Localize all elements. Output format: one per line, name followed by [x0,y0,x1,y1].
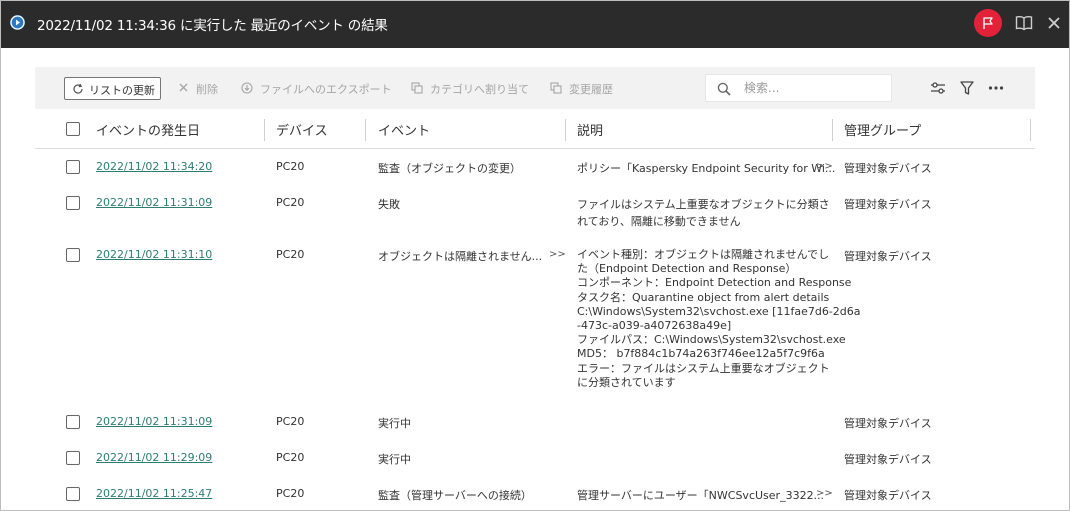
settings-sliders-icon[interactable] [929,79,947,97]
search-input[interactable] [744,80,884,96]
event-cell: オブジェクトは隔離されません... [378,250,543,263]
description-line: ファイルはシステム上重要なオブジェクトに分類さ [577,198,830,211]
group-cell: 管理対象デバイス [844,453,932,466]
expand-description-button[interactable]: >> [816,161,833,172]
event-date-link[interactable]: 2022/11/02 11:25:47 [96,487,212,500]
group-cell: 管理対象デバイス [844,489,932,502]
device-cell: PC20 [276,160,305,173]
event-cell: 実行中 [378,417,411,430]
description-line: MD5： b7f884c1b74a263f746ee12a5f7c9f6a [577,347,825,361]
more-options-icon[interactable] [987,79,1005,97]
expand-event-button[interactable]: >> [549,249,566,260]
change-history-label: 変更履歴 [569,83,613,96]
column-divider[interactable] [365,119,366,141]
device-cell: PC20 [276,487,305,500]
select-all-checkbox[interactable] [66,122,80,136]
column-divider[interactable] [264,119,265,141]
device-cell: PC20 [276,415,305,428]
row-checkbox[interactable] [66,487,80,501]
event-cell: 監査（管理サーバーへの接続） [378,489,532,502]
assign-category-label: カテゴリへ割り当て [430,83,529,96]
description-line: れており、隔離に移動できません [577,215,741,228]
search-box [705,74,892,102]
group-cell: 管理対象デバイス [844,417,932,430]
group-cell: 管理対象デバイス [844,250,932,263]
download-icon [241,82,253,94]
device-cell: PC20 [276,451,305,464]
row-checkbox[interactable] [66,248,80,262]
column-header-description[interactable]: 説明 [577,120,603,139]
description-cell: イベント種別：オブジェクトは隔離されませんでし た（Endpoint Detec… [577,248,861,390]
event-cell: 監査（オブジェクトの変更） [378,162,521,175]
device-cell: PC20 [276,248,305,261]
column-header-group[interactable]: 管理グループ [844,120,921,139]
description-line: タスク名：Quarantine object from alert detail… [577,290,830,304]
close-icon[interactable] [1046,15,1062,31]
search-icon [717,82,731,96]
close-icon [179,83,188,92]
column-divider[interactable] [832,119,833,141]
copy-icon [411,82,423,94]
title-bar: 2022/11/02 11:34:36 に実行した 最近のイベント の結果 [1,1,1069,48]
toolbar: リストの更新 削除 ファイルへのエクスポート カテゴリへ割り当て 変更履歴 [35,67,1035,109]
event-date-link[interactable]: 2022/11/02 11:31:10 [96,248,212,261]
description-line: コンポーネント：Endpoint Detection and Response [577,276,852,290]
description-line: ファイルパス：C:\Windows\System32\svchost.exe [577,333,846,347]
expand-description-button[interactable]: >> [816,488,833,499]
description-line: イベント種別：オブジェクトは隔離されませんでし [577,248,830,261]
refresh-list-button[interactable]: リストの更新 [64,77,161,100]
description-line: に分類されています [577,375,676,389]
description-cell: ポリシー「Kaspersky Endpoint Security for Wi.… [577,162,836,175]
description-line: -473c-a039-a4072638a49e] [577,319,732,333]
description-cell: ファイルはシステム上重要なオブジェクトに分類さ れており、隔離に移動できません [577,196,832,230]
window-title: 2022/11/02 11:34:36 に実行した 最近のイベント の結果 [37,18,388,34]
description-line: エラー：ファイルはシステム上重要なオブジェクト [577,361,830,375]
play-circle-icon [10,15,25,30]
row-checkbox[interactable] [66,196,80,210]
event-cell: 実行中 [378,453,411,466]
column-header-date[interactable]: イベントの発生日 [96,120,200,139]
device-cell: PC20 [276,196,305,209]
description-cell: 管理サーバーにユーザー「NWCSvcUser_3322... [577,489,825,502]
event-date-link[interactable]: 2022/11/02 11:34:20 [96,160,212,173]
column-header-event[interactable]: イベント [378,120,430,139]
row-checkbox[interactable] [66,415,80,429]
filter-icon[interactable] [958,79,976,97]
flag-icon [983,17,993,29]
column-divider[interactable] [1030,119,1031,141]
event-date-link[interactable]: 2022/11/02 11:31:09 [96,196,212,209]
column-divider[interactable] [565,119,566,141]
export-to-file-label: ファイルへのエクスポート [260,83,392,96]
delete-label: 削除 [196,83,218,96]
group-cell: 管理対象デバイス [844,198,932,211]
refresh-icon [73,83,83,94]
group-cell: 管理対象デバイス [844,162,932,175]
row-checkbox[interactable] [66,160,80,174]
refresh-list-label: リストの更新 [89,84,155,97]
event-cell: 失敗 [378,198,400,211]
history-icon [550,82,562,94]
table-header: イベントの発生日 デバイス イベント 説明 管理グループ [35,109,1035,149]
row-checkbox[interactable] [66,451,80,465]
event-date-link[interactable]: 2022/11/02 11:29:09 [96,451,212,464]
flag-button[interactable] [974,9,1002,37]
book-icon[interactable] [1015,15,1033,31]
event-date-link[interactable]: 2022/11/02 11:31:09 [96,415,212,428]
description-line: C:\Windows\System32\svchost.exe [11fae7d… [577,304,861,318]
description-line: た（Endpoint Detection and Response） [577,262,797,276]
results-window: 2022/11/02 11:34:36 に実行した 最近のイベント の結果 リス… [0,0,1070,511]
column-header-device[interactable]: デバイス [276,120,328,139]
